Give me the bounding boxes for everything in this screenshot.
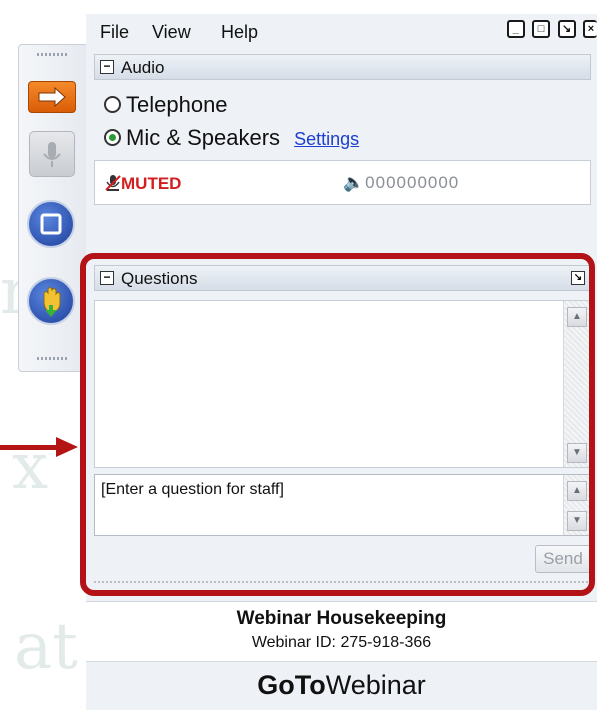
window-controls: _ □ ↘ × (504, 20, 597, 38)
webinar-info: Webinar Housekeeping Webinar ID: 275-918… (86, 601, 597, 662)
raise-hand-icon (43, 287, 61, 317)
left-toolbar (18, 44, 88, 372)
menu-bar: File View Help _ □ ↘ × (86, 14, 597, 48)
webinar-id: Webinar ID: 275-918-366 (251, 634, 432, 651)
muted-status: MUTED (105, 174, 181, 194)
brand-rest: Webinar (325, 670, 426, 700)
webinar-title: Webinar Housekeeping (236, 608, 447, 629)
restore-icon[interactable]: □ (532, 20, 551, 38)
background-text: x (12, 430, 49, 504)
microphone-button[interactable] (29, 131, 75, 177)
settings-link[interactable]: Settings (294, 129, 359, 149)
audio-status: MUTED 🔈000000000 (94, 160, 591, 205)
muted-label: MUTED (121, 174, 182, 193)
pointer-arrow-head (56, 437, 78, 457)
mic-speakers-radio[interactable] (104, 129, 121, 146)
audio-level-dots: 000000000 (365, 173, 460, 192)
minimize-icon[interactable]: _ (506, 20, 525, 38)
screen-icon (40, 213, 62, 235)
speaker-icon: 🔈 (343, 173, 366, 192)
gotowebinar-logo: GoToWebinar (86, 670, 597, 701)
telephone-radio[interactable] (104, 96, 121, 113)
audio-title: Audio (121, 58, 165, 77)
telephone-option[interactable]: Telephone (104, 92, 228, 118)
menu-help[interactable]: Help (221, 22, 258, 43)
screen-button[interactable] (27, 200, 75, 248)
background-text: at (14, 610, 78, 684)
raise-hand-button[interactable] (27, 277, 75, 325)
pointer-arrow (0, 445, 58, 450)
toolbar-grip[interactable] (37, 357, 67, 360)
arrow-icon (38, 86, 66, 108)
audio-header[interactable]: − Audio (94, 54, 591, 80)
toolbar-grip[interactable] (37, 53, 67, 56)
telephone-label: Telephone (126, 92, 228, 117)
brand-bold: GoTo (257, 670, 326, 700)
menu-view[interactable]: View (152, 22, 191, 43)
mic-speakers-option[interactable]: Mic & Speakers Settings (104, 125, 359, 151)
popout-icon[interactable]: ↘ (557, 20, 576, 38)
audio-level: 🔈000000000 (343, 173, 459, 193)
arrow-button[interactable] (28, 81, 76, 113)
menu-file[interactable]: File (100, 22, 129, 43)
collapse-icon[interactable]: − (100, 60, 114, 74)
microphone-icon (105, 175, 121, 191)
close-icon[interactable]: × (583, 20, 597, 38)
microphone-icon (43, 142, 61, 167)
questions-highlight (80, 253, 595, 596)
mic-speakers-label: Mic & Speakers (126, 125, 281, 150)
